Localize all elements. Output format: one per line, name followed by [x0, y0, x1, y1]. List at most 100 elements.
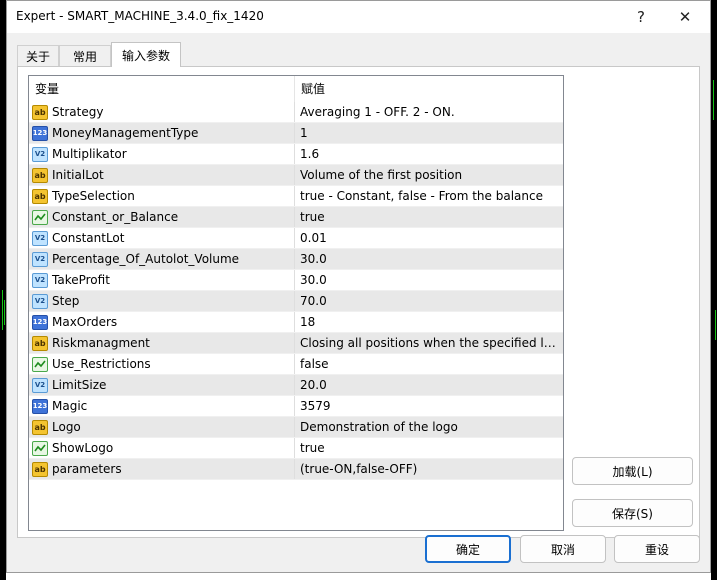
- parameter-name: Strategy: [52, 105, 104, 119]
- parameter-name-cell: V2 Percentage_Of_Autolot_Volume: [29, 249, 295, 269]
- parameter-value-cell[interactable]: Demonstration of the logo: [295, 417, 563, 437]
- parameter-value-cell[interactable]: 30.0: [295, 270, 563, 290]
- parameters-table[interactable]: 变量 赋值 ab Strategy Averaging 1 - OFF. 2 - O…: [28, 75, 564, 531]
- table-row[interactable]: ab TypeSelection true - Constant, false - …: [29, 186, 563, 207]
- parameter-value: 18: [300, 315, 316, 329]
- parameter-name: Logo: [52, 420, 81, 434]
- tab-about[interactable]: 关于: [17, 45, 59, 66]
- parameter-name: ConstantLot: [52, 231, 125, 245]
- parameter-name: InitialLot: [52, 168, 104, 182]
- parameter-value-cell[interactable]: 0.01: [295, 228, 563, 248]
- table-row[interactable]: ab parameters (true-ON,false-OFF): [29, 459, 563, 480]
- title-bar: Expert - SMART_MACHINE_3.4.0_fix_1420 ? …: [7, 1, 710, 33]
- parameter-value-cell[interactable]: (true-ON,false-OFF): [295, 459, 563, 479]
- parameter-value-cell[interactable]: true: [295, 438, 563, 458]
- parameter-value-cell[interactable]: 1: [295, 123, 563, 143]
- boolean-icon: [32, 440, 48, 456]
- save-button[interactable]: 保存(S): [572, 499, 693, 527]
- parameter-name: Magic: [52, 399, 88, 413]
- parameter-name: ShowLogo: [52, 441, 114, 455]
- parameter-name-cell: ab parameters: [29, 459, 295, 479]
- double-icon: V2: [32, 251, 48, 267]
- parameter-value: 30.0: [300, 252, 327, 266]
- boolean-icon: [32, 356, 48, 372]
- parameter-name-cell: ab InitialLot: [29, 165, 295, 185]
- parameter-value-cell[interactable]: Closing all positions when the specified…: [295, 333, 563, 353]
- table-row[interactable]: V2 Multiplikator 1.6: [29, 144, 563, 165]
- parameter-name: Use_Restrictions: [52, 357, 151, 371]
- parameter-value-cell[interactable]: 30.0: [295, 249, 563, 269]
- column-header-value[interactable]: 赋值: [295, 76, 563, 102]
- column-header-variable[interactable]: 变量: [29, 76, 295, 102]
- table-row[interactable]: 123 MaxOrders 18: [29, 312, 563, 333]
- parameter-value: Averaging 1 - OFF. 2 - ON.: [300, 105, 455, 119]
- candle-mark: [4, 300, 5, 325]
- parameter-value-cell[interactable]: 20.0: [295, 375, 563, 395]
- table-row[interactable]: V2 ConstantLot 0.01: [29, 228, 563, 249]
- table-row[interactable]: V2 Step 70.0: [29, 291, 563, 312]
- table-row[interactable]: 123 Magic 3579: [29, 396, 563, 417]
- parameter-value-cell[interactable]: true - Constant, false - From the balanc…: [295, 186, 563, 206]
- parameter-value: true: [300, 210, 325, 224]
- cancel-button[interactable]: 取消: [520, 535, 606, 563]
- parameter-name: TakeProfit: [52, 273, 110, 287]
- parameter-value: Volume of the first position: [300, 168, 463, 182]
- table-rows: ab Strategy Averaging 1 - OFF. 2 - ON. 123 M…: [29, 102, 563, 480]
- table-row[interactable]: ab InitialLot Volume of the first position: [29, 165, 563, 186]
- string-icon: ab: [32, 167, 48, 183]
- table-row[interactable]: Constant_or_Balance true: [29, 207, 563, 228]
- help-button[interactable]: ?: [627, 5, 655, 29]
- string-icon: ab: [32, 419, 48, 435]
- table-row[interactable]: V2 LimitSize 20.0: [29, 375, 563, 396]
- parameter-value: 1.6: [300, 147, 320, 161]
- load-button[interactable]: 加载(L): [572, 457, 693, 485]
- parameter-name-cell: ab Riskmanagment: [29, 333, 295, 353]
- table-row[interactable]: Use_Restrictions false: [29, 354, 563, 375]
- reset-button[interactable]: 重设: [614, 535, 700, 563]
- parameter-name-cell: 123 MaxOrders: [29, 312, 295, 332]
- table-header: 变量 赋值: [29, 76, 563, 102]
- integer-icon: 123: [32, 125, 48, 141]
- double-icon: V2: [32, 146, 48, 162]
- parameter-value: 1: [300, 126, 308, 140]
- expert-dialog: Expert - SMART_MACHINE_3.4.0_fix_1420 ? …: [6, 0, 711, 573]
- parameter-value: false: [300, 357, 329, 371]
- parameter-name: Step: [52, 294, 80, 308]
- parameter-name-cell: Use_Restrictions: [29, 354, 295, 374]
- boolean-icon: [32, 209, 48, 225]
- table-row[interactable]: ab Logo Demonstration of the logo: [29, 417, 563, 438]
- parameter-value-cell[interactable]: 3579: [295, 396, 563, 416]
- parameter-name: MoneyManagementType: [52, 126, 199, 140]
- tab-input-parameters[interactable]: 输入参数: [111, 42, 181, 67]
- parameter-name-cell: V2 ConstantLot: [29, 228, 295, 248]
- ok-button[interactable]: 确定: [425, 535, 511, 563]
- parameter-value-cell[interactable]: Volume of the first position: [295, 165, 563, 185]
- parameter-name-cell: 123 Magic: [29, 396, 295, 416]
- parameter-name-cell: ab Strategy: [29, 102, 295, 122]
- parameter-value-cell[interactable]: Averaging 1 - OFF. 2 - ON.: [295, 102, 563, 122]
- parameter-value-cell[interactable]: 1.6: [295, 144, 563, 164]
- parameter-value-cell[interactable]: false: [295, 354, 563, 374]
- table-row[interactable]: 123 MoneyManagementType 1: [29, 123, 563, 144]
- parameter-name-cell: V2 Step: [29, 291, 295, 311]
- table-row[interactable]: ab Riskmanagment Closing all positions whe…: [29, 333, 563, 354]
- table-row[interactable]: ShowLogo true: [29, 438, 563, 459]
- parameter-name: Percentage_Of_Autolot_Volume: [52, 252, 240, 266]
- double-icon: V2: [32, 377, 48, 393]
- parameter-value: 70.0: [300, 294, 327, 308]
- table-row[interactable]: V2 Percentage_Of_Autolot_Volume 30.0: [29, 249, 563, 270]
- close-button[interactable]: ✕: [671, 5, 699, 29]
- parameter-name: MaxOrders: [52, 315, 118, 329]
- parameter-name-cell: V2 Multiplikator: [29, 144, 295, 164]
- table-row[interactable]: ab Strategy Averaging 1 - OFF. 2 - ON.: [29, 102, 563, 123]
- candle-mark: [715, 310, 716, 340]
- parameter-value-cell[interactable]: 70.0: [295, 291, 563, 311]
- parameter-name-cell: ab Logo: [29, 417, 295, 437]
- parameter-name: TypeSelection: [52, 189, 135, 203]
- window-title: Expert - SMART_MACHINE_3.4.0_fix_1420: [16, 9, 264, 23]
- tab-common[interactable]: 常用: [59, 45, 111, 66]
- parameter-value-cell[interactable]: 18: [295, 312, 563, 332]
- parameter-value-cell[interactable]: true: [295, 207, 563, 227]
- parameter-value: true: [300, 441, 325, 455]
- table-row[interactable]: V2 TakeProfit 30.0: [29, 270, 563, 291]
